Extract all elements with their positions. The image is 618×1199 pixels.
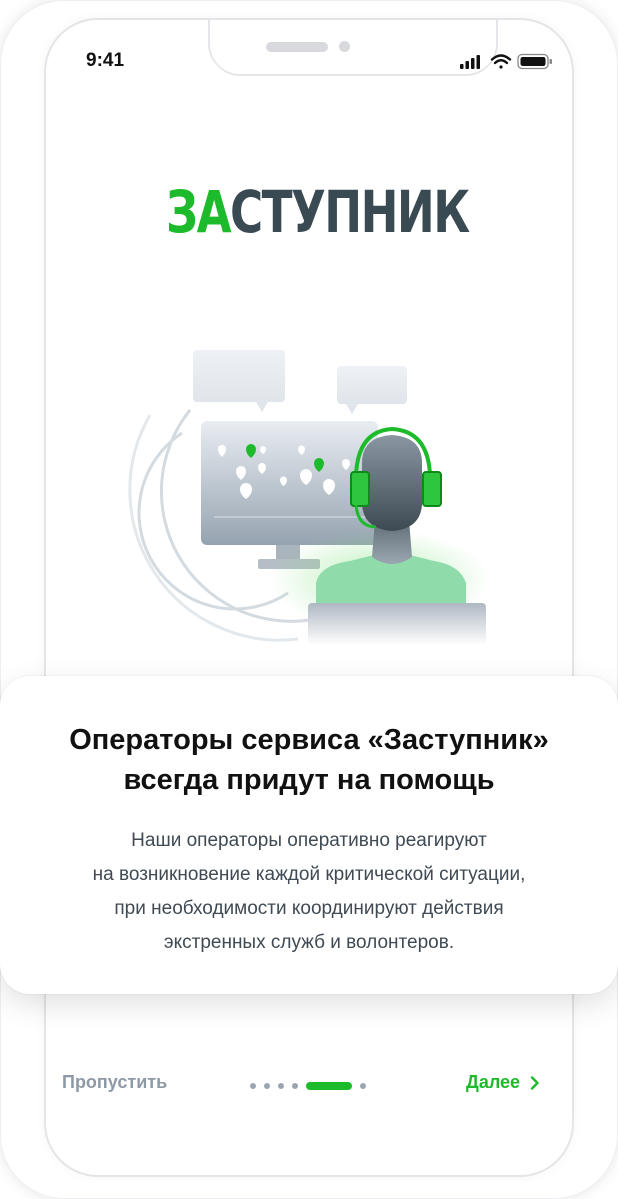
card-title-line: Операторы сервиса «Заступник» [69, 724, 549, 756]
page-dot[interactable] [292, 1083, 298, 1089]
next-button-label: Далее [466, 1072, 521, 1092]
operator-headset-illustration [128, 350, 490, 645]
page-dot[interactable] [360, 1083, 366, 1089]
info-card: Операторы сервиса «Заступник» всегда при… [0, 676, 618, 994]
card-description-line: на возникновение каждой критической ситу… [92, 864, 526, 885]
battery-icon [517, 53, 552, 70]
page-dot[interactable] [278, 1083, 284, 1089]
next-button[interactable]: Далее [466, 1072, 540, 1093]
page-dot[interactable] [250, 1083, 256, 1089]
card-description-line: экстренных служб и волонтеров. [163, 932, 455, 953]
page-dot-active[interactable] [306, 1082, 352, 1090]
card-title: Операторы сервиса «Заступник» всегда при… [20, 720, 598, 800]
wifi-icon [490, 54, 512, 69]
card-description: Наши операторы оперативно реагируют на в… [20, 824, 598, 960]
logo-part-green: ЗА [166, 178, 232, 246]
zastupnik-logo: ЗАСТУПНИК [166, 172, 470, 252]
speaker-grille [266, 42, 328, 52]
logo-part-dark: СТУПНИК [230, 178, 470, 246]
skip-button[interactable]: Пропустить [62, 1072, 167, 1093]
status-time: 9:41 [86, 50, 125, 71]
front-camera [339, 41, 350, 52]
card-title-line: всегда придут на помощь [123, 764, 495, 796]
signal-icon [460, 55, 480, 69]
status-icons [460, 53, 552, 70]
notch [210, 20, 496, 74]
card-description-line: при необходимости координируют действия [114, 898, 504, 919]
card-description-line: Наши операторы оперативно реагируют [131, 830, 487, 851]
page-indicator [246, 1079, 370, 1093]
chevron-right-icon [530, 1075, 539, 1090]
page-dot[interactable] [264, 1083, 270, 1089]
